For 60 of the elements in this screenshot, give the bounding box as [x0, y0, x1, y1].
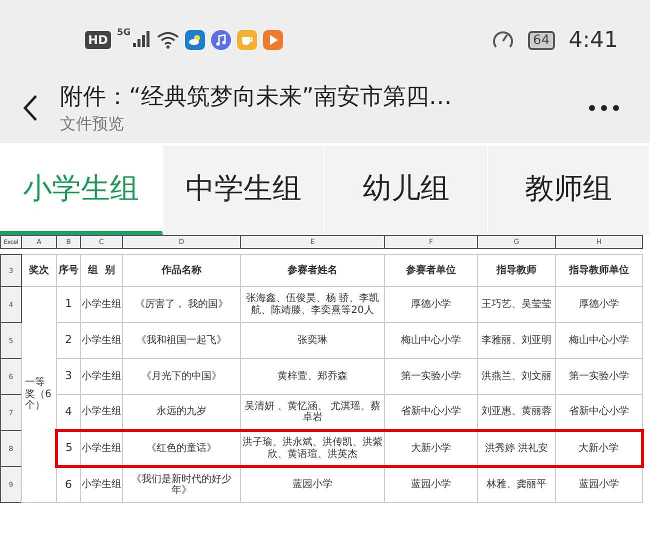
document-title: 附件：“经典筑梦向未来”南安市第四…: [60, 82, 453, 112]
music-icon: [210, 30, 231, 50]
participants-cell: 蓝园小学: [240, 466, 384, 502]
back-button[interactable]: [22, 94, 38, 122]
unit-cell: 蓝园小学: [384, 466, 478, 502]
award-header: 奖次: [22, 254, 56, 286]
group-cell: 小学生组: [80, 466, 122, 502]
group-cell: 小学生组: [80, 322, 122, 358]
work-cell: 《厉害了， 我的国》: [122, 286, 240, 322]
play-icon: [262, 30, 283, 50]
work-cell: 《我们是新时代的好少年》: [122, 466, 240, 502]
participants-cell: 张海鑫、伍俊昊、杨 骄、李凯航、陈靖滕、李奕熹等20人: [240, 286, 384, 322]
teacher-cell: 李雅丽、刘亚明: [478, 322, 556, 358]
teacher-unit-cell: 梅山中心小学: [556, 322, 642, 358]
group-cell: 小学生组: [80, 286, 122, 322]
teacher-unit-cell: 大新小学: [556, 430, 642, 466]
speedometer-icon: [492, 30, 514, 50]
unit-cell: 第一实验小学: [384, 358, 478, 394]
teacher-unit-cell: 第一实验小学: [556, 358, 642, 394]
weather-icon: [184, 30, 205, 50]
teacher-cell: 洪燕兰、刘文丽: [478, 358, 556, 394]
hd-badge: HD: [85, 31, 112, 49]
teacher-header: 指导教师: [478, 254, 556, 286]
work-cell: 《月光下的中国》: [122, 358, 240, 394]
wifi-icon: [156, 31, 179, 49]
number-cell: 5: [56, 430, 80, 466]
unit-cell: 厚德小学: [384, 286, 478, 322]
participants-cell: 张奕琳: [240, 322, 384, 358]
number-cell: 2: [56, 322, 80, 358]
unit-cell: 梅山中心小学: [384, 322, 478, 358]
unit-header: 参赛者单位: [384, 254, 478, 286]
number-cell: 6: [56, 466, 80, 502]
network-type: 5G: [117, 28, 131, 38]
participants-cell: 洪子瑜、洪永斌、洪传凯、洪紫欣、黄语瑄、洪英杰: [240, 430, 384, 466]
group-cell: 小学生组: [80, 430, 122, 466]
work-header: 作品名称: [122, 254, 240, 286]
work-cell: 《我和祖国一起飞》: [122, 322, 240, 358]
signal-icon: [132, 31, 151, 49]
teacher-cell: 林雅、龚丽平: [478, 466, 556, 502]
group-cell: 小学生组: [80, 394, 122, 430]
teacher-unit-cell: 蓝园小学: [556, 466, 642, 502]
number-cell: 3: [56, 358, 80, 394]
unit-cell: 大新小学: [384, 430, 478, 466]
participants-header: 参赛者姓名: [240, 254, 384, 286]
teacher-unit-header: 指导教师单位: [556, 254, 642, 286]
number-cell: 1: [56, 286, 80, 322]
work-cell: 《红色的童话》: [122, 430, 240, 466]
group-cell: 小学生组: [80, 358, 122, 394]
teacher-cell: 洪秀婷 洪礼安: [478, 430, 556, 466]
teacher-unit-cell: 厚德小学: [556, 286, 642, 322]
document-subtitle: 文件预览: [60, 114, 125, 134]
cup-icon: [236, 30, 257, 50]
participants-cell: 黄梓萱、郑乔森: [240, 358, 384, 394]
more-icon[interactable]: [588, 104, 620, 112]
battery-indicator: 64: [528, 30, 555, 50]
group-header: 组 别: [80, 254, 122, 286]
clock-time: 4:41: [568, 28, 618, 52]
teacher-cell: 王巧艺、吴莹莹: [478, 286, 556, 322]
number-header: 序号: [56, 254, 80, 286]
category-tab[interactable]: 小学生组: [0, 146, 162, 235]
